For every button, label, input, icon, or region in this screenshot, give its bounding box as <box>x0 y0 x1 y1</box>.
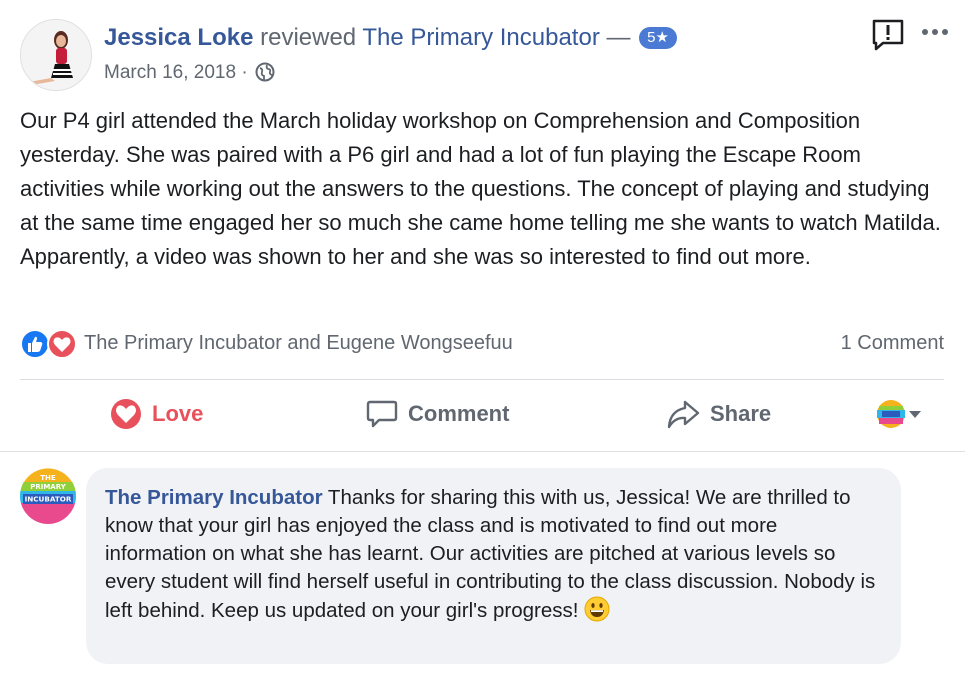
rating-badge: 5★ <box>639 27 677 49</box>
comment-bubble: The Primary Incubator Thanks for sharing… <box>86 468 901 664</box>
review-post: Jessica Loke reviewed The Primary Incuba… <box>0 0 965 450</box>
post-meta: March 16, 2018 · <box>104 61 275 89</box>
author-avatar[interactable] <box>20 19 92 91</box>
review-verb: reviewed <box>260 24 357 51</box>
comment-button[interactable]: Comment <box>366 394 509 434</box>
share-icon <box>667 400 700 429</box>
chevron-down-icon <box>909 411 921 418</box>
report-icon[interactable] <box>871 18 905 52</box>
share-label: Share <box>710 401 772 426</box>
globe-icon <box>255 62 275 89</box>
header-dash: — <box>606 24 631 51</box>
meta-separator: · <box>241 62 248 83</box>
grinning-face-emoji <box>584 596 610 630</box>
post-date[interactable]: March 16, 2018 <box>104 62 236 83</box>
page-name-link[interactable]: The Primary Incubator <box>362 24 599 51</box>
reaction-icons[interactable] <box>20 328 78 360</box>
divider <box>20 379 944 380</box>
comment-author[interactable]: The Primary Incubator <box>105 486 323 509</box>
love-icon <box>111 399 141 429</box>
love-button[interactable]: Love <box>110 394 203 434</box>
commenter-avatar[interactable]: THE PRIMARY INCUBATOR <box>20 468 76 524</box>
audience-selector[interactable] <box>876 399 932 429</box>
post-body: Our P4 girl attended the March holiday w… <box>20 108 941 269</box>
comments-section: THE PRIMARY INCUBATOR The Primary Incuba… <box>0 451 965 675</box>
logo-line3: INCUBATOR <box>25 495 72 504</box>
reaction-names[interactable]: The Primary Incubator and Eugene Wongsee… <box>84 332 513 355</box>
comment-icon <box>366 400 398 428</box>
logo-line2: PRIMARY <box>30 483 67 491</box>
comment-label: Comment <box>408 401 510 426</box>
reactions-summary: The Primary Incubator and Eugene Wongsee… <box>20 328 944 360</box>
more-options-icon[interactable] <box>920 24 952 40</box>
post-header: Jessica Loke reviewed The Primary Incuba… <box>104 22 677 54</box>
logo-line1: THE <box>40 474 56 482</box>
share-button[interactable]: Share <box>666 394 771 434</box>
comment-count[interactable]: 1 Comment <box>841 332 944 355</box>
page-logo-icon <box>877 400 905 428</box>
author-name[interactable]: Jessica Loke <box>104 24 253 51</box>
love-label: Love <box>152 401 204 426</box>
